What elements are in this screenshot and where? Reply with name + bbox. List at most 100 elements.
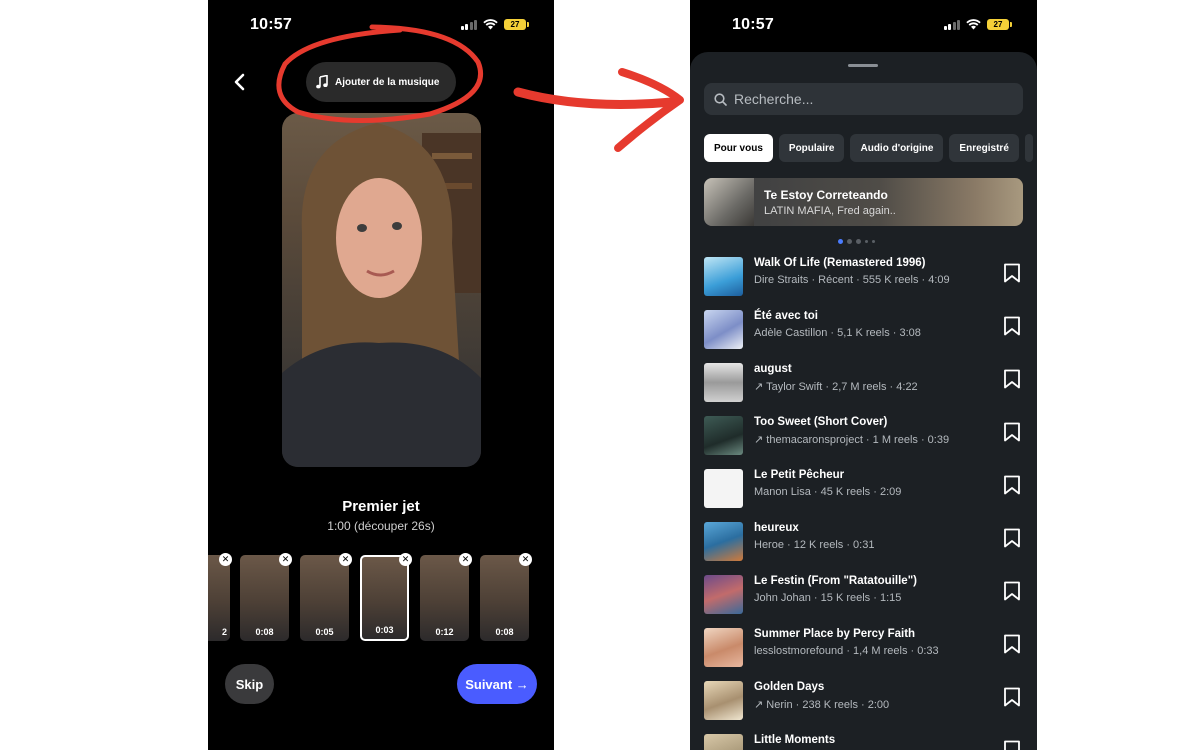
next-button[interactable]: Suivant → [457, 664, 537, 704]
bookmark-icon[interactable] [1003, 687, 1021, 707]
remove-clip-icon[interactable]: ✕ [459, 553, 472, 566]
bookmark-icon[interactable] [1003, 263, 1021, 283]
track-cover-art [704, 469, 743, 508]
track-row[interactable]: Summer Place by Percy Faith lesslostmore… [690, 628, 1037, 681]
search-placeholder: Recherche... [734, 91, 814, 107]
carousel-dot[interactable] [865, 240, 868, 243]
track-row[interactable]: Golden Days ↗ Nerin · 238 K reels · 2:00 [690, 681, 1037, 734]
clip-duration: 0:05 [315, 627, 334, 637]
featured-title: Te Estoy Correteando [764, 188, 888, 202]
status-icons: 27 [943, 19, 1012, 30]
clip-duration: 0:08 [495, 627, 514, 637]
track-meta: Heroe · 12 K reels · 0:31 [754, 539, 875, 551]
remove-clip-icon[interactable]: ✕ [399, 553, 412, 566]
status-time: 10:57 [250, 16, 292, 33]
carousel-dot[interactable] [872, 240, 875, 243]
draft-duration: 1:00 (découper 26s) [327, 519, 435, 533]
carousel-dot[interactable] [847, 239, 852, 244]
clip-thumbnail[interactable]: 0:12 [420, 555, 469, 641]
battery-level: 27 [510, 20, 520, 29]
remove-clip-icon[interactable]: ✕ [279, 553, 292, 566]
track-title: Le Festin (From "Ratatouille") [754, 575, 917, 587]
track-row[interactable]: Walk Of Life (Remastered 1996) Dire Stra… [690, 257, 1037, 310]
track-row[interactable]: Le Festin (From "Ratatouille") John Joha… [690, 575, 1037, 628]
clip-strip: 2 ✕ 0:08 ✕ 0:05 ✕ 0:03 ✕ 0:12 ✕ 0:08 ✕ [208, 553, 554, 645]
video-preview[interactable] [282, 113, 481, 467]
clip-thumbnail[interactable]: 0:08 [480, 555, 529, 641]
remove-clip-icon[interactable]: ✕ [519, 553, 532, 566]
back-button[interactable] [228, 68, 250, 96]
track-row[interactable]: Le Petit Pêcheur Manon Lisa · 45 K reels… [690, 469, 1037, 522]
sheet-grabber[interactable] [848, 64, 878, 67]
bookmark-icon[interactable] [1003, 528, 1021, 548]
track-cover-art [704, 575, 743, 614]
track-row[interactable]: Été avec toi Adèle Castillon · 5,1 K ree… [690, 310, 1037, 363]
cellular-signal-icon [460, 19, 477, 30]
bookmark-icon[interactable] [1003, 581, 1021, 601]
clip-thumbnail[interactable]: 0:05 [300, 555, 349, 641]
remove-clip-icon[interactable]: ✕ [219, 553, 232, 566]
skip-button[interactable]: Skip [225, 664, 274, 704]
chevron-left-icon [234, 73, 245, 91]
track-meta: Adèle Castillon · 5,1 K reels · 3:08 [754, 327, 921, 339]
carousel-dot[interactable] [838, 239, 843, 244]
draft-title: Premier jet [342, 498, 420, 515]
add-music-label: Ajouter de la musique [335, 76, 440, 88]
bookmark-icon[interactable] [1003, 369, 1021, 389]
tab-populaire[interactable]: Populaire [778, 134, 845, 162]
track-title: Été avec toi [754, 310, 818, 322]
bookmark-icon[interactable] [1003, 316, 1021, 336]
clip-thumbnail[interactable]: 2 [208, 555, 230, 641]
bookmark-icon[interactable] [1003, 740, 1021, 750]
carousel-dot[interactable] [856, 239, 861, 244]
wifi-icon [966, 19, 981, 30]
track-cover-art [704, 310, 743, 349]
search-input[interactable]: Recherche... [704, 83, 1023, 115]
tab-enregistre[interactable]: Enregistré [949, 134, 1019, 162]
track-meta: Dire Straits · Récent · 555 K reels · 4:… [754, 274, 950, 286]
track-title: heureux [754, 522, 799, 534]
music-note-icon [316, 75, 328, 89]
search-icon [714, 92, 727, 106]
phone-right-screen: 10:57 27 Recherche... Pour vous Populair… [690, 0, 1037, 750]
remove-clip-icon[interactable]: ✕ [339, 553, 352, 566]
featured-cover-art [704, 178, 754, 226]
track-title: Le Petit Pêcheur [754, 469, 845, 481]
track-cover-art [704, 257, 743, 296]
featured-track-card[interactable]: Te Estoy Correteando LATIN MAFIA, Fred a… [704, 178, 1023, 226]
status-time: 10:57 [732, 16, 774, 33]
battery-icon: 27 [504, 19, 529, 30]
track-cover-art [704, 416, 743, 455]
track-meta: ↗ Taylor Swift · 2,7 M reels · 4:22 [754, 381, 918, 393]
track-row[interactable]: august ↗ Taylor Swift · 2,7 M reels · 4:… [690, 363, 1037, 416]
tab-pour-vous[interactable]: Pour vous [704, 134, 773, 162]
clip-thumbnail[interactable]: 0:08 [240, 555, 289, 641]
track-cover-art [704, 734, 743, 750]
filter-tabs: Pour vous Populaire Audio d'origine Enre… [704, 134, 1033, 162]
bookmark-icon[interactable] [1003, 475, 1021, 495]
track-title: august [754, 363, 792, 375]
add-music-button[interactable]: Ajouter de la musique [306, 62, 456, 102]
track-cover-art [704, 628, 743, 667]
track-meta: ↗ Nerin · 238 K reels · 2:00 [754, 699, 890, 711]
track-row[interactable]: Little Moments [690, 734, 1037, 750]
clip-duration: 0:03 [375, 625, 394, 635]
selfie-photo [282, 123, 481, 467]
clip-thumbnail-selected[interactable]: 0:03 [360, 555, 409, 641]
tab-audio-origine[interactable]: Audio d'origine [850, 134, 944, 162]
tab-overflow[interactable] [1024, 134, 1033, 162]
track-row[interactable]: Too Sweet (Short Cover) ↗ themacaronspro… [690, 416, 1037, 469]
featured-artist: LATIN MAFIA, Fred again.. [764, 205, 896, 217]
wifi-icon [483, 19, 498, 30]
annotation-arrow-head [614, 68, 684, 152]
bookmark-icon[interactable] [1003, 422, 1021, 442]
bookmark-icon[interactable] [1003, 634, 1021, 654]
track-meta: John Johan · 15 K reels · 1:15 [754, 592, 902, 604]
track-cover-art [704, 522, 743, 561]
status-bar: 10:57 27 [690, 0, 1037, 52]
carousel-dots [838, 239, 875, 244]
status-bar: 10:57 27 [208, 0, 554, 52]
track-meta: ↗ themacaronsproject · 1 M reels · 0:39 [754, 434, 950, 446]
track-row[interactable]: heureux Heroe · 12 K reels · 0:31 [690, 522, 1037, 575]
clip-duration: 2 [221, 627, 227, 637]
